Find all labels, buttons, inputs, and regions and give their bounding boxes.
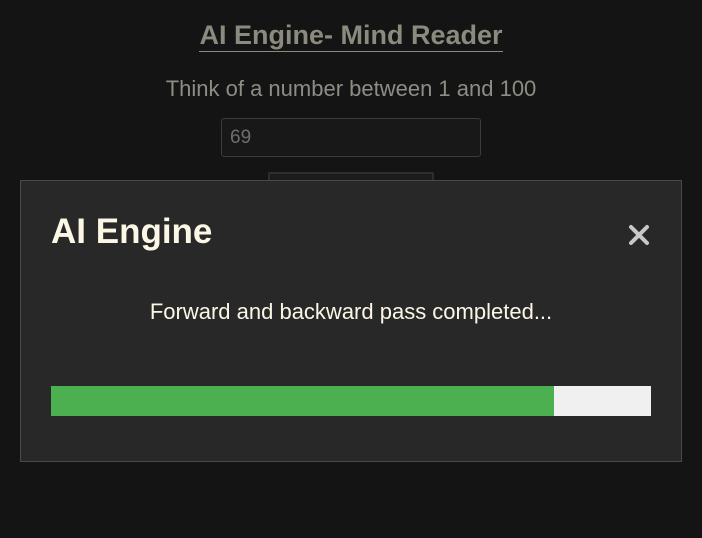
progress-bar: [51, 386, 651, 416]
page-title: AI Engine- Mind Reader: [0, 18, 702, 52]
close-icon: [629, 225, 649, 245]
ai-engine-modal: AI Engine Forward and backward pass comp…: [20, 180, 682, 462]
number-input[interactable]: [221, 118, 481, 157]
status-message: Forward and backward pass completed...: [149, 299, 553, 324]
progress-bar-fill: [51, 386, 554, 416]
close-button[interactable]: [623, 219, 655, 251]
instruction-text: Think of a number between 1 and 100: [165, 76, 537, 101]
page-title-text: AI Engine- Mind Reader: [199, 20, 503, 52]
modal-title: AI Engine: [51, 212, 213, 251]
